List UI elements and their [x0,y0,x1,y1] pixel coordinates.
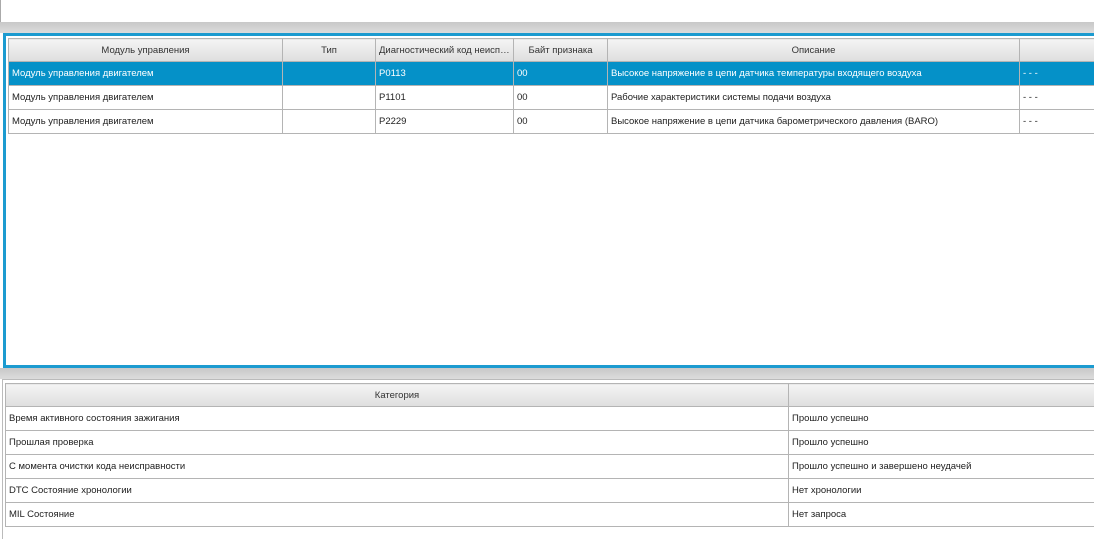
cell-category: DTC Состояние хронологии [6,479,789,503]
cell-value: Прошло успешно и завершено неудачей [789,455,1094,479]
dtc-header-row: Модуль управления Тип Диагностический ко… [9,39,1094,62]
cell-category: С момента очистки кода неисправности [6,455,789,479]
splitter-top[interactable] [0,22,1094,33]
cell-value: Прошло успешно [789,407,1094,431]
status-panel: Категория Время активного состояния зажи… [2,379,1094,539]
cell-module: Модуль управления двигателем [9,86,283,110]
col-header-description[interactable]: Описание [608,39,1020,62]
cell-type [283,86,376,110]
dtc-row[interactable]: Модуль управления двигателем P2229 00 Вы… [9,110,1094,134]
col-header-value[interactable] [789,384,1094,407]
cell-module: Модуль управления двигателем [9,62,283,86]
cell-byte: 00 [514,86,608,110]
col-header-byte[interactable]: Байт признака [514,39,608,62]
cell-type [283,110,376,134]
cell-extra: - - - [1020,86,1094,110]
cell-description: Рабочие характеристики системы подачи во… [608,86,1020,110]
cell-value: Прошло успешно [789,431,1094,455]
col-header-category[interactable]: Категория [6,384,789,407]
cell-extra: - - - [1020,62,1094,86]
cell-code: P1101 [376,86,514,110]
cell-code: P2229 [376,110,514,134]
top-area [0,0,1094,22]
col-header-module[interactable]: Модуль управления [9,39,283,62]
splitter-middle[interactable] [0,368,1094,379]
cell-code: P0113 [376,62,514,86]
cell-extra: - - - [1020,110,1094,134]
cell-description: Высокое напряжение в цепи датчика темпер… [608,62,1020,86]
dtc-row[interactable]: Модуль управления двигателем P0113 00 Вы… [9,62,1094,86]
col-header-type[interactable]: Тип [283,39,376,62]
cell-byte: 00 [514,62,608,86]
status-header-row: Категория [6,384,1094,407]
status-row[interactable]: MIL СостояниеНет запроса [6,503,1094,527]
cell-category: MIL Состояние [6,503,789,527]
cell-type [283,62,376,86]
status-row[interactable]: DTC Состояние хронологииНет хронологии [6,479,1094,503]
col-header-code[interactable]: Диагностический код неиспр... [376,39,514,62]
dtc-row[interactable]: Модуль управления двигателем P1101 00 Ра… [9,86,1094,110]
status-row[interactable]: Время активного состояния зажиганияПрошл… [6,407,1094,431]
status-row[interactable]: Прошлая проверкаПрошло успешно [6,431,1094,455]
cell-module: Модуль управления двигателем [9,110,283,134]
status-table: Категория Время активного состояния зажи… [5,383,1094,527]
cell-category: Прошлая проверка [6,431,789,455]
dtc-panel: Модуль управления Тип Диагностический ко… [3,33,1094,368]
dtc-table: Модуль управления Тип Диагностический ко… [8,38,1094,134]
status-row[interactable]: С момента очистки кода неисправностиПрош… [6,455,1094,479]
cell-value: Нет запроса [789,503,1094,527]
cell-category: Время активного состояния зажигания [6,407,789,431]
cell-value: Нет хронологии [789,479,1094,503]
cell-description: Высокое напряжение в цепи датчика бароме… [608,110,1020,134]
col-header-extra[interactable] [1020,39,1094,62]
cell-byte: 00 [514,110,608,134]
